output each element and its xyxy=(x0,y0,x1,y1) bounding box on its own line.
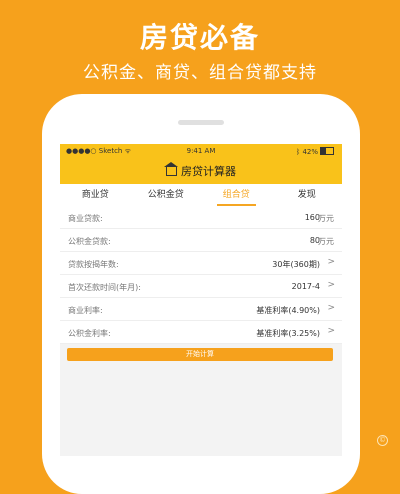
status-bar: ●●●●○ Sketch ᯤ 9:41 AM ᛒ 42% xyxy=(60,144,342,159)
field-label: 贷款按揭年数: xyxy=(68,260,119,269)
tab-bar: 商业贷 公积金贷 组合贷 发现 xyxy=(60,184,342,206)
copyright-mark: © xyxy=(377,435,388,446)
field-label: 公积金利率: xyxy=(68,329,111,338)
field-unit: 万元 xyxy=(318,237,334,246)
battery-status: ᛒ 42% xyxy=(296,147,334,156)
field-label: 公积金贷款: xyxy=(68,237,111,246)
tab-commercial-loan[interactable]: 商业贷 xyxy=(60,184,131,206)
commercial-rate-row[interactable]: 商业利率: 基准利率(4.90%) > xyxy=(60,298,342,321)
first-payment-row[interactable]: 首次还款时间(年月): 2017-4 > xyxy=(60,275,342,298)
phone-speaker xyxy=(178,120,224,125)
fund-rate-row[interactable]: 公积金利率: 基准利率(3.25%) > xyxy=(60,321,342,344)
promo-subtitle: 公积金、商贷、组合贷都支持 xyxy=(83,63,317,83)
home-icon[interactable] xyxy=(164,162,178,176)
field-label: 商业贷款: xyxy=(68,214,103,223)
commercial-amount-row[interactable]: 商业贷款: 160 万元 xyxy=(60,206,342,229)
promo-title: 房贷必备 xyxy=(139,21,260,54)
tab-fund-loan[interactable]: 公积金贷 xyxy=(131,184,202,206)
app-screen: ●●●●○ Sketch ᯤ 9:41 AM ᛒ 42% 房贷计算器 商业贷 公… xyxy=(60,144,342,456)
nav-bar: 房贷计算器 xyxy=(60,159,342,184)
fund-rate-value: 基准利率(3.25%) xyxy=(256,329,320,338)
field-unit: 万元 xyxy=(318,214,334,223)
fund-amount-row[interactable]: 公积金贷款: 80 万元 xyxy=(60,229,342,252)
tab-discover[interactable]: 发现 xyxy=(272,184,343,206)
loan-term-row[interactable]: 贷款按揭年数: 30年(360期) > xyxy=(60,252,342,275)
field-label: 商业利率: xyxy=(68,306,103,315)
tab-combined-loan[interactable]: 组合贷 xyxy=(201,184,272,206)
start-calculation-button[interactable]: 开始计算 xyxy=(67,348,333,361)
chevron-right-icon: > xyxy=(327,326,335,336)
first-payment-value: 2017-4 xyxy=(291,282,320,291)
nav-title: 房贷计算器 xyxy=(181,165,236,178)
chevron-right-icon: > xyxy=(327,257,335,267)
field-label: 首次还款时间(年月): xyxy=(68,283,141,292)
battery-icon xyxy=(320,147,334,155)
chevron-right-icon: > xyxy=(327,303,335,313)
loan-term-value: 30年(360期) xyxy=(272,260,320,269)
commercial-rate-value: 基准利率(4.90%) xyxy=(256,306,320,315)
loan-form: 商业贷款: 160 万元 公积金贷款: 80 万元 贷款按揭年数: 30年(36… xyxy=(60,206,342,344)
chevron-right-icon: > xyxy=(327,280,335,290)
